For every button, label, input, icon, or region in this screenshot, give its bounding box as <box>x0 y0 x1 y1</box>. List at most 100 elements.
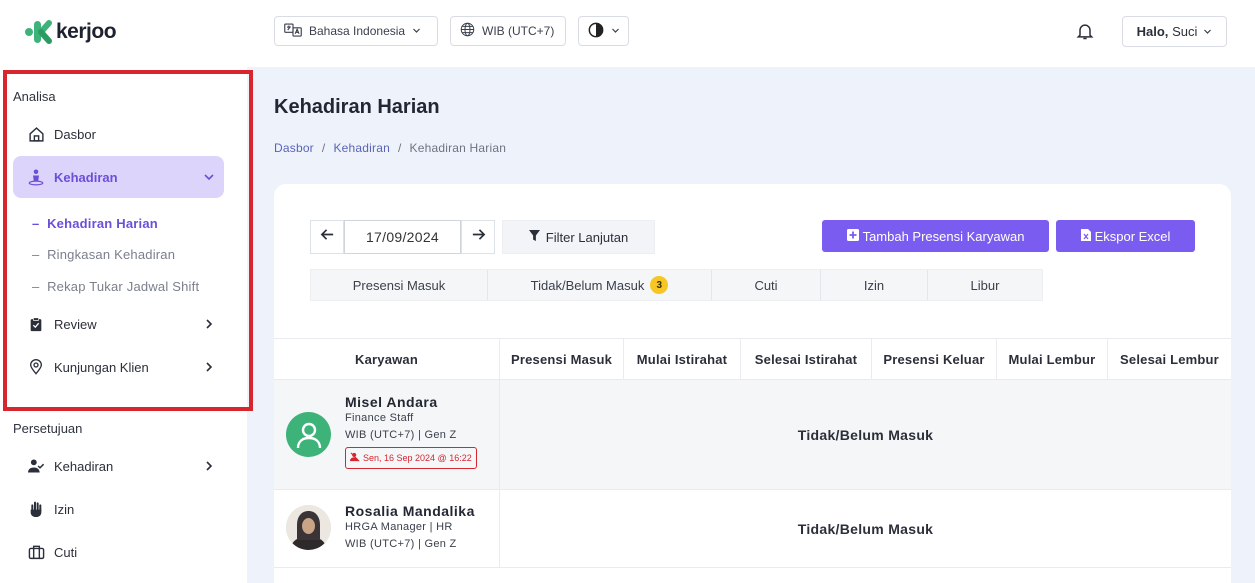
contrast-icon <box>588 22 604 41</box>
breadcrumb-link-kehadiran[interactable]: Kehadiran <box>333 141 390 155</box>
next-date-button[interactable] <box>461 220 495 254</box>
theme-toggle[interactable] <box>578 16 629 46</box>
late-status-badge: Sen, 16 Sep 2024 @ 16:22 <box>345 447 477 469</box>
tab-label: Izin <box>863 277 885 293</box>
sidebar-item-cuti[interactable]: Cuti <box>13 531 224 573</box>
employee-timezone-group: WIB (UTC+7) | Gen Z <box>345 429 457 441</box>
section-analisa: Analisa <box>13 89 56 104</box>
employee-role: HRGA Manager | HR <box>345 521 453 533</box>
column-header-mulai-lembur[interactable]: Mulai Lembur <box>997 339 1108 379</box>
advanced-filter-button[interactable]: Filter Lanjutan <box>502 220 655 254</box>
sidebar-item-label: Review <box>54 316 97 332</box>
topbar: Bahasa Indonesia WIB (UTC+7) Halo, Suci <box>247 0 1255 67</box>
hand-icon <box>27 500 45 518</box>
filter-icon <box>528 229 540 245</box>
section-persetujuan: Persetujuan <box>13 421 83 436</box>
kerjoo-logo-icon <box>25 20 52 44</box>
employee-timezone-group: WIB (UTC+7) | Gen Z <box>345 538 457 550</box>
tab-label: Libur <box>970 277 1000 293</box>
user-menu[interactable]: Halo, Suci <box>1122 16 1227 47</box>
sidebar-item-dasbor[interactable]: Dasbor <box>13 113 224 155</box>
sidebar: kerjoo Analisa Dasbor Kehadiran – Kehadi… <box>0 0 247 583</box>
add-attendance-label: Tambah Presensi Karyawan <box>862 228 1025 244</box>
timezone-label: WIB (UTC+7) <box>482 24 555 38</box>
sidebar-item-label: Izin <box>54 501 75 517</box>
column-header-karyawan[interactable]: Karyawan <box>274 339 500 379</box>
globe-icon <box>460 22 475 40</box>
tab-presensi-masuk[interactable]: Presensi Masuk <box>311 270 488 300</box>
sidebar-item-kunjungan-klien[interactable]: Kunjungan Klien <box>13 346 224 388</box>
breadcrumb: Dasbor / Kehadiran / Kehadiran Harian <box>274 141 506 155</box>
count-badge: 3 <box>650 276 669 294</box>
person-attendance-icon <box>27 168 45 186</box>
avatar <box>286 412 331 457</box>
map-pin-icon <box>27 358 45 376</box>
sidebar-item-izin[interactable]: Izin <box>13 488 224 530</box>
sidebar-item-label: Kehadiran <box>54 169 118 185</box>
employee-name[interactable]: Misel Andara <box>345 394 438 410</box>
user-check-icon <box>27 457 45 475</box>
column-header-mulai-istirahat[interactable]: Mulai Istirahat <box>624 339 741 379</box>
employee-name[interactable]: Rosalia Mandalika <box>345 503 475 519</box>
tab-cuti[interactable]: Cuti <box>712 270 821 300</box>
add-attendance-button[interactable]: Tambah Presensi Karyawan <box>822 220 1049 252</box>
status-tabs: Presensi Masuk Tidak/Belum Masuk 3 Cuti … <box>310 269 1043 301</box>
user-slash-icon <box>350 452 360 464</box>
employee-role: Finance Staff <box>345 412 414 424</box>
chevron-right-icon <box>194 460 224 472</box>
sidebar-item-label: Dasbor <box>54 126 96 142</box>
bell-icon[interactable] <box>1075 21 1095 41</box>
export-excel-button[interactable]: Ekspor Excel <box>1056 220 1195 252</box>
attendance-status: Tidak/Belum Masuk <box>797 426 934 443</box>
employee-cell: Rosalia Mandalika HRGA Manager | HR WIB … <box>274 490 500 567</box>
briefcase-icon <box>27 543 45 561</box>
plus-square-icon <box>846 228 859 244</box>
arrow-left-icon <box>320 227 335 247</box>
sidebar-item-label: Cuti <box>54 544 78 560</box>
language-label: Bahasa Indonesia <box>309 24 406 38</box>
date-input[interactable]: 17/09/2024 <box>344 220 461 254</box>
chevron-down-icon <box>1203 24 1212 39</box>
column-header-selesai-istirahat[interactable]: Selesai Istirahat <box>741 339 872 379</box>
tab-libur[interactable]: Libur <box>928 270 1042 300</box>
app-logo[interactable]: kerjoo <box>24 18 117 46</box>
subitem-label: Kehadiran Harian <box>47 216 158 231</box>
column-header-selesai-lembur[interactable]: Selesai Lembur <box>1108 339 1231 379</box>
filter-label: Filter Lanjutan <box>545 229 629 245</box>
sidebar-subitem-rekap[interactable]: – Rekap Tukar Jadwal Shift <box>32 279 199 294</box>
breadcrumb-separator: / <box>321 141 326 155</box>
sidebar-item-label: Kunjungan Klien <box>54 359 149 375</box>
breadcrumb-link-dasbor[interactable]: Dasbor <box>274 141 314 155</box>
sidebar-subitem-ringkasan[interactable]: – Ringkasan Kehadiran <box>32 247 175 262</box>
clipboard-check-icon <box>27 315 45 333</box>
language-select[interactable]: Bahasa Indonesia <box>274 16 438 46</box>
table-row[interactable]: Rosalia Mandalika HRGA Manager | HR WIB … <box>274 490 1231 568</box>
sidebar-item-kehadiran[interactable]: Kehadiran <box>13 156 224 198</box>
sidebar-item-review[interactable]: Review <box>13 303 224 345</box>
late-note: Sen, 16 Sep 2024 @ 16:22 <box>363 453 472 463</box>
employee-cell: Misel Andara Finance Staff WIB (UTC+7) |… <box>274 380 500 489</box>
tab-tidak-belum-masuk[interactable]: Tidak/Belum Masuk 3 <box>488 270 712 300</box>
user-placeholder-icon <box>296 422 321 448</box>
subitem-label: Ringkasan Kehadiran <box>47 247 176 262</box>
prev-date-button[interactable] <box>310 220 344 254</box>
home-icon <box>27 125 45 143</box>
table-row[interactable]: Misel Andara Finance Staff WIB (UTC+7) |… <box>274 380 1231 490</box>
subitem-label: Rekap Tukar Jadwal Shift <box>47 279 200 294</box>
arrow-right-icon <box>471 227 486 247</box>
sidebar-item-persetujuan-kehadiran[interactable]: Kehadiran <box>13 445 224 487</box>
tab-label: Presensi Masuk <box>352 277 446 293</box>
greeting-bold: Halo, <box>1136 24 1169 39</box>
column-header-presensi-masuk[interactable]: Presensi Masuk <box>500 339 624 379</box>
attendance-status: Tidak/Belum Masuk <box>797 520 934 537</box>
column-header-presensi-keluar[interactable]: Presensi Keluar <box>872 339 997 379</box>
tab-label: Tidak/Belum Masuk <box>530 277 645 293</box>
sidebar-subitem-kehadiran-harian[interactable]: – Kehadiran Harian <box>32 216 158 231</box>
breadcrumb-current: Kehadiran Harian <box>409 141 507 155</box>
chevron-down-icon <box>611 24 620 38</box>
timezone-button[interactable]: WIB (UTC+7) <box>450 16 566 46</box>
translate-icon <box>284 22 302 40</box>
table-header: Karyawan Presensi Masuk Mulai Istirahat … <box>274 338 1231 380</box>
tab-izin[interactable]: Izin <box>821 270 928 300</box>
export-label: Ekspor Excel <box>1094 228 1171 244</box>
